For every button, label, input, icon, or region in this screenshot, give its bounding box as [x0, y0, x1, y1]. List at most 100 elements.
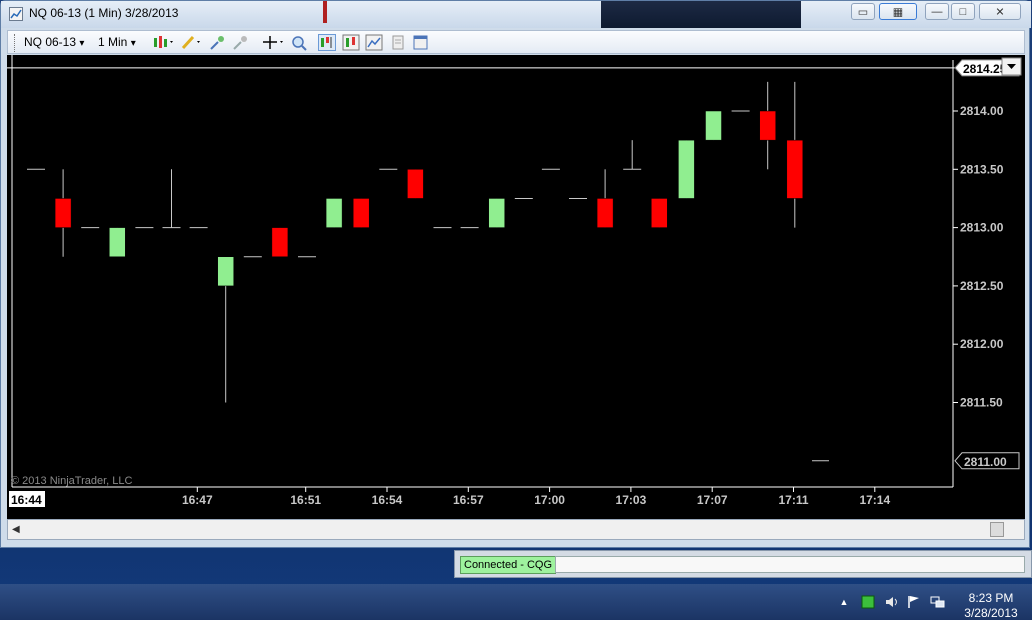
candle-body	[352, 198, 370, 228]
scroll-thumb[interactable]	[990, 522, 1004, 537]
indicators-icon	[342, 34, 360, 51]
taskbar-clock-date[interactable]: 3/28/2013	[958, 606, 1024, 620]
horizontal-scrollbar[interactable]: ◀	[7, 519, 1025, 540]
candle	[623, 140, 642, 170]
candle	[162, 169, 181, 229]
chart-pane[interactable]: 2811.50 2812.00 2812.50 2813.00 2813.50 2814.…	[7, 55, 1025, 519]
chart-panel-button[interactable]	[412, 34, 430, 51]
interval-selector[interactable]: 1 Min ▾	[98, 34, 136, 51]
drawing-tools-button[interactable]	[180, 34, 200, 51]
instrument-selector[interactable]: NQ 06-13 ▾	[24, 34, 84, 51]
minimize-icon: —	[931, 5, 943, 18]
x-tick-label: 17:00	[534, 493, 565, 507]
candle	[705, 110, 722, 141]
candle	[786, 81, 804, 228]
maximize-button[interactable]: □	[951, 3, 975, 20]
y-tick-label: 2812.00	[960, 337, 1004, 351]
ninjatrader-tray-icon[interactable]	[860, 595, 876, 609]
candle-body	[407, 169, 424, 199]
background-window-strip	[323, 1, 801, 28]
candle-body	[651, 198, 668, 228]
tile-windows-button[interactable]: ▦	[879, 3, 917, 20]
network-icon[interactable]	[930, 595, 946, 609]
close-icon: ✕	[995, 6, 1005, 18]
x-tick-label: 17:11	[778, 493, 808, 507]
x-tick-label: 16:57	[453, 493, 484, 507]
candle	[759, 81, 776, 170]
control-center-status-bar: Connected - CQG	[454, 550, 1032, 578]
taskbar-clock-time[interactable]: 8:23 PM	[958, 591, 1024, 605]
candle	[54, 169, 72, 257]
chart-app-icon	[9, 7, 23, 21]
candle-body	[678, 139, 695, 199]
x-tick-label: 17:07	[697, 493, 728, 507]
x-tick-label: 17:14	[859, 493, 890, 507]
pencil-icon	[181, 35, 200, 50]
x-axis-ticks: 16:47 16:51 16:54 16:57 17:00 17:03 17:07 17:11…	[182, 487, 890, 507]
last-price-label: 2814.25	[963, 62, 1007, 76]
x-tick-label: 17:03	[616, 493, 647, 507]
candle-body	[271, 227, 289, 258]
zoom-out-button[interactable]	[232, 34, 250, 51]
close-button[interactable]: ✕	[979, 3, 1021, 20]
volume-icon[interactable]	[884, 595, 900, 609]
price-chart[interactable]: 2811.50 2812.00 2812.50 2813.00 2813.50 2814.…	[7, 55, 1025, 519]
magnifier-icon	[292, 36, 307, 51]
candle-body	[325, 198, 343, 228]
action-center-flag-icon[interactable]	[906, 595, 922, 609]
candle	[678, 139, 695, 199]
candle-body	[596, 198, 614, 228]
y-tick-label: 2813.50	[960, 162, 1004, 176]
low-marker-tag: 2811.00	[954, 452, 1020, 470]
instrument-label: NQ 06-13	[24, 35, 77, 49]
window-title: NQ 06-13 (1 Min) 3/28/2013	[29, 6, 179, 20]
zoom-in-button[interactable]	[209, 34, 227, 51]
crosshair-icon	[263, 36, 283, 49]
current-time-label: 16:44	[11, 493, 42, 507]
windows-taskbar: ▲ 8:23 PM 3/28/2013	[0, 584, 1032, 620]
candle	[325, 198, 343, 228]
candle	[488, 198, 505, 228]
chart-properties-button[interactable]	[365, 34, 383, 51]
chart-style-button[interactable]	[152, 34, 173, 51]
indicators-button[interactable]	[342, 34, 360, 51]
chevron-down-icon: ▾	[130, 38, 136, 49]
document-icon	[392, 35, 404, 50]
chevron-down-icon: ▾	[79, 38, 85, 49]
low-marker-label: 2811.00	[964, 455, 1007, 469]
status-message-field	[555, 556, 1025, 573]
copy-chart-button[interactable]	[389, 34, 407, 51]
panel-icon	[413, 35, 428, 50]
candle-body	[54, 198, 72, 228]
data-box-button[interactable]	[290, 34, 308, 51]
y-tick-label: 2811.50	[960, 396, 1003, 410]
strategies-button[interactable]	[318, 34, 336, 51]
chart-toolbar: NQ 06-13 ▾ 1 Min ▾	[7, 30, 1025, 54]
candle	[407, 169, 424, 199]
candle	[352, 198, 370, 228]
maximize-icon: □	[959, 5, 967, 18]
x-tick-label: 16:47	[182, 493, 213, 507]
show-hidden-icons-arrow[interactable]: ▲	[836, 595, 852, 609]
connection-status[interactable]: Connected - CQG	[460, 556, 557, 574]
candle-body	[786, 139, 804, 199]
scroll-left-arrow[interactable]: ◀	[12, 524, 20, 535]
candles-layer	[27, 81, 804, 403]
y-tick-label: 2814.00	[960, 104, 1004, 118]
line-chart-icon	[365, 34, 383, 51]
strategy-icon	[321, 37, 332, 48]
candle	[109, 227, 126, 258]
candle	[271, 227, 289, 258]
candle-body	[488, 198, 505, 228]
window-layout-icon: ▭	[857, 6, 869, 18]
restore-pane-button[interactable]: ▭	[851, 3, 875, 20]
candle-body	[109, 227, 126, 258]
candle-body	[759, 110, 776, 141]
candle	[596, 169, 614, 228]
crosshair-button[interactable]	[262, 34, 283, 51]
toolbar-grip[interactable]	[14, 34, 17, 52]
tile-icon: ▦	[892, 6, 904, 18]
chart-window: NQ 06-13 (1 Min) 3/28/2013 ▭ ▦ — □ ✕ NQ …	[0, 0, 1031, 548]
title-bar[interactable]: NQ 06-13 (1 Min) 3/28/2013 ▭ ▦ — □ ✕	[1, 1, 1031, 28]
minimize-button[interactable]: —	[925, 3, 949, 20]
